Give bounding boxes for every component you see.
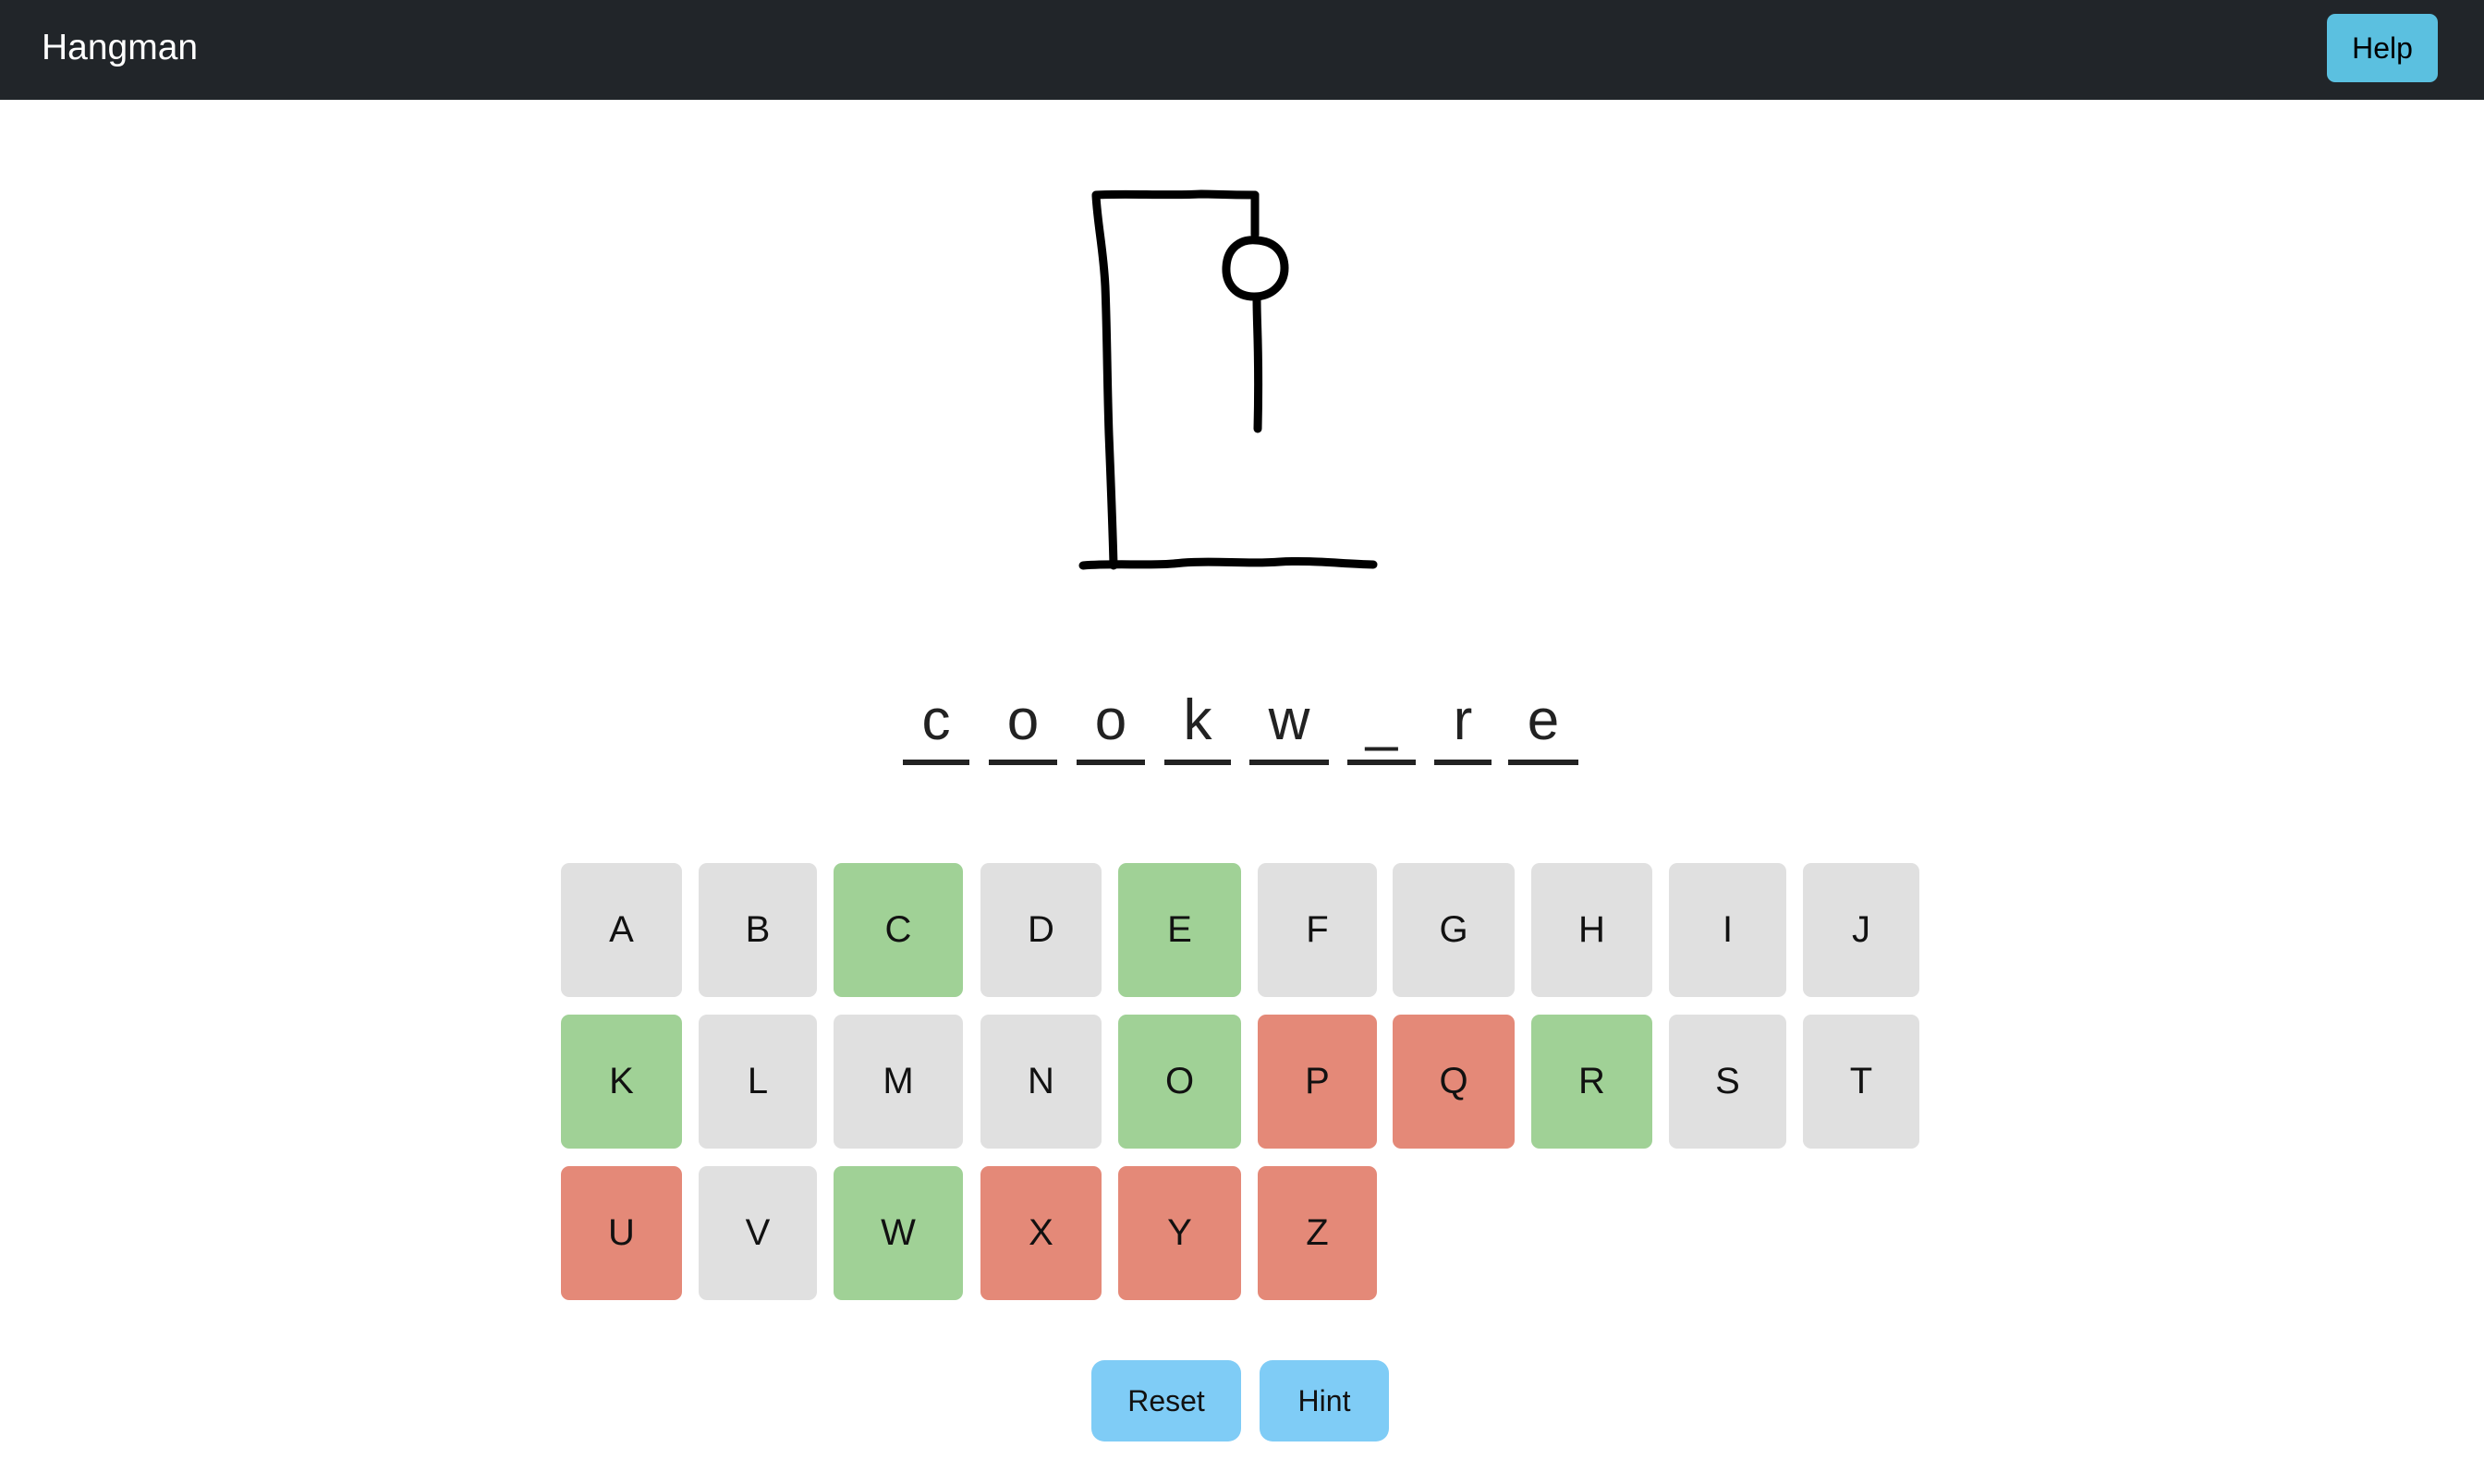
key-w[interactable]: W xyxy=(834,1166,963,1300)
key-r[interactable]: R xyxy=(1531,1015,1652,1149)
key-a[interactable]: A xyxy=(561,863,682,997)
key-i[interactable]: I xyxy=(1669,863,1786,997)
key-t[interactable]: T xyxy=(1803,1015,1919,1149)
key-n[interactable]: N xyxy=(980,1015,1102,1149)
hint-button[interactable]: Hint xyxy=(1260,1360,1389,1441)
key-y[interactable]: Y xyxy=(1118,1166,1241,1300)
key-o[interactable]: O xyxy=(1118,1015,1241,1149)
help-button[interactable]: Help xyxy=(2327,14,2438,82)
key-m[interactable]: M xyxy=(834,1015,963,1149)
letter-slot: c xyxy=(903,684,969,765)
key-b[interactable]: B xyxy=(699,863,817,997)
key-s[interactable]: S xyxy=(1669,1015,1786,1149)
reset-button[interactable]: Reset xyxy=(1091,1360,1241,1441)
key-f[interactable]: F xyxy=(1258,863,1377,997)
key-x[interactable]: X xyxy=(980,1166,1102,1300)
key-c[interactable]: C xyxy=(834,863,963,997)
key-d[interactable]: D xyxy=(980,863,1102,997)
key-v[interactable]: V xyxy=(699,1166,817,1300)
gallows-base xyxy=(1078,556,1378,570)
key-g[interactable]: G xyxy=(1393,863,1515,997)
gallows-pole xyxy=(1091,191,1118,570)
navbar: Hangman Help xyxy=(0,0,2484,100)
key-z[interactable]: Z xyxy=(1258,1166,1377,1300)
letter-slot: e xyxy=(1508,684,1578,765)
key-h[interactable]: H xyxy=(1531,863,1652,997)
hangman-head xyxy=(1222,236,1289,301)
key-q[interactable]: Q xyxy=(1393,1015,1515,1149)
letter-slot: k xyxy=(1164,684,1231,765)
letter-slot: o xyxy=(989,684,1057,765)
letter-slot: o xyxy=(1077,684,1145,765)
letter-slot: r xyxy=(1434,684,1492,765)
hangman-body xyxy=(1252,295,1263,433)
key-j[interactable]: J xyxy=(1803,863,1919,997)
gallows-beam xyxy=(1091,189,1260,200)
letter-slot: _ xyxy=(1347,684,1416,765)
key-e[interactable]: E xyxy=(1118,863,1241,997)
key-k[interactable]: K xyxy=(561,1015,682,1149)
key-l[interactable]: L xyxy=(699,1015,817,1149)
key-u[interactable]: U xyxy=(561,1166,682,1300)
letter-slot: w xyxy=(1249,684,1329,765)
app-title: Hangman xyxy=(42,28,199,67)
hangman-drawing xyxy=(1078,189,1378,570)
key-p[interactable]: P xyxy=(1258,1015,1377,1149)
